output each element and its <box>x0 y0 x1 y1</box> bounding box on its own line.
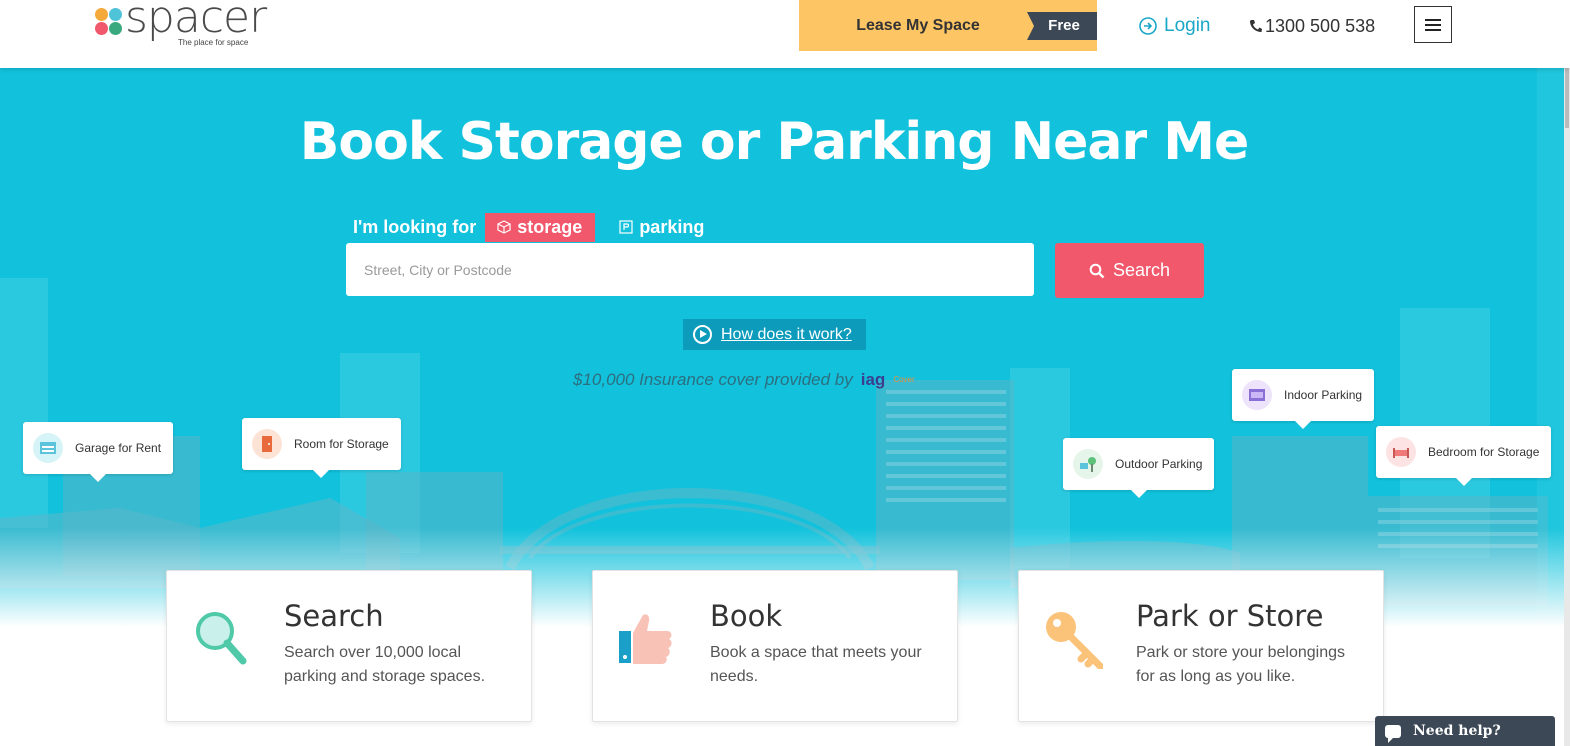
site-header: spacer The place for space Lease My Spac… <box>0 0 1570 68</box>
callout-outdoor-parking[interactable]: Outdoor Parking <box>1063 438 1215 498</box>
lease-label: Lease My Space <box>856 17 980 34</box>
door-icon <box>252 429 282 459</box>
card-description: Book a space that meets your needs. <box>710 644 922 685</box>
page-scrollbar[interactable] <box>1564 68 1570 746</box>
card-title: Park or Store <box>1136 599 1324 633</box>
login-label: Login <box>1164 15 1211 36</box>
callout-bedroom-for-storage[interactable]: Bedroom for Storage <box>1376 426 1552 486</box>
search-button-label: Search <box>1112 260 1171 280</box>
garage-icon <box>33 433 63 463</box>
need-help-label: Need help? <box>1413 723 1501 739</box>
cover-logo: Cover <box>893 375 915 384</box>
callout-label: Indoor Parking <box>1284 388 1363 402</box>
logo-wordmark: spacer <box>125 0 267 43</box>
callout-label: Outdoor Parking <box>1115 457 1203 471</box>
play-icon <box>693 325 712 344</box>
parking-icon <box>619 220 633 234</box>
tree-icon <box>1073 449 1103 479</box>
search-type-selector: I'm looking for storage parking <box>353 212 704 242</box>
tab-parking-label: parking <box>639 216 705 237</box>
tab-storage-label: storage <box>517 216 583 237</box>
phone-link[interactable]: 1300 500 538 <box>1249 14 1375 38</box>
search-button[interactable]: Search <box>1055 243 1204 298</box>
location-search-input[interactable] <box>346 243 1034 296</box>
phone-icon <box>1250 19 1262 32</box>
logo-dots-icon <box>95 8 125 38</box>
phone-number: 1300 500 538 <box>1265 15 1376 36</box>
callout-indoor-parking[interactable]: Indoor Parking <box>1232 369 1375 429</box>
login-icon <box>1139 17 1157 35</box>
login-link[interactable]: Login <box>1138 14 1211 38</box>
how-it-works-label: How does it work? <box>721 325 852 343</box>
car-park-icon <box>1242 380 1272 410</box>
feature-card-park-or-store: Park or Store Park or store your belongi… <box>1018 570 1384 722</box>
free-badge: Free <box>1027 12 1097 40</box>
card-title: Book <box>710 599 783 633</box>
feature-card-book: Book Book a space that meets your needs. <box>592 570 958 722</box>
callout-label: Room for Storage <box>294 437 389 451</box>
chat-bubble-icon <box>1385 724 1401 743</box>
thumbs-up-icon <box>619 614 672 664</box>
hamburger-menu-button[interactable] <box>1414 6 1452 43</box>
callout-label: Garage for Rent <box>75 441 162 455</box>
spacer-logo[interactable]: spacer The place for space <box>95 0 285 48</box>
tab-parking[interactable]: parking <box>619 213 704 242</box>
insurance-note: $10,000 Insurance cover provided by iag … <box>573 370 915 390</box>
insurance-text: $10,000 Insurance cover provided by <box>573 370 853 389</box>
callout-label: Bedroom for Storage <box>1428 445 1540 459</box>
looking-for-label: I'm looking for <box>353 216 477 237</box>
need-help-chat-button[interactable]: Need help? <box>1375 716 1555 746</box>
bed-icon <box>1386 437 1416 467</box>
tab-storage[interactable]: storage <box>485 212 596 242</box>
hero-title: Book Storage or Parking Near Me <box>299 112 1249 172</box>
how-it-works-link[interactable]: How does it work? <box>683 319 866 350</box>
magnifier-icon <box>196 612 247 665</box>
card-title: Search <box>284 599 384 633</box>
hero-section: Book Storage or Parking Near Me I'm look… <box>0 68 1570 638</box>
card-description: Search over 10,000 local parking and sto… <box>284 644 486 685</box>
lease-my-space-button[interactable]: Lease My Space Free <box>799 0 1097 51</box>
search-icon <box>1089 263 1105 278</box>
key-icon <box>1046 612 1103 669</box>
feature-card-search: Search Search over 10,000 local parking … <box>166 570 532 722</box>
box-icon <box>497 220 511 234</box>
callout-room-for-storage[interactable]: Room for Storage <box>242 418 401 478</box>
card-description: Park or store your belongings for as lon… <box>1136 644 1345 685</box>
iag-logo: iag <box>860 370 886 389</box>
logo-tagline: The place for space <box>178 38 249 47</box>
callout-garage-for-rent[interactable]: Garage for Rent <box>23 422 174 482</box>
